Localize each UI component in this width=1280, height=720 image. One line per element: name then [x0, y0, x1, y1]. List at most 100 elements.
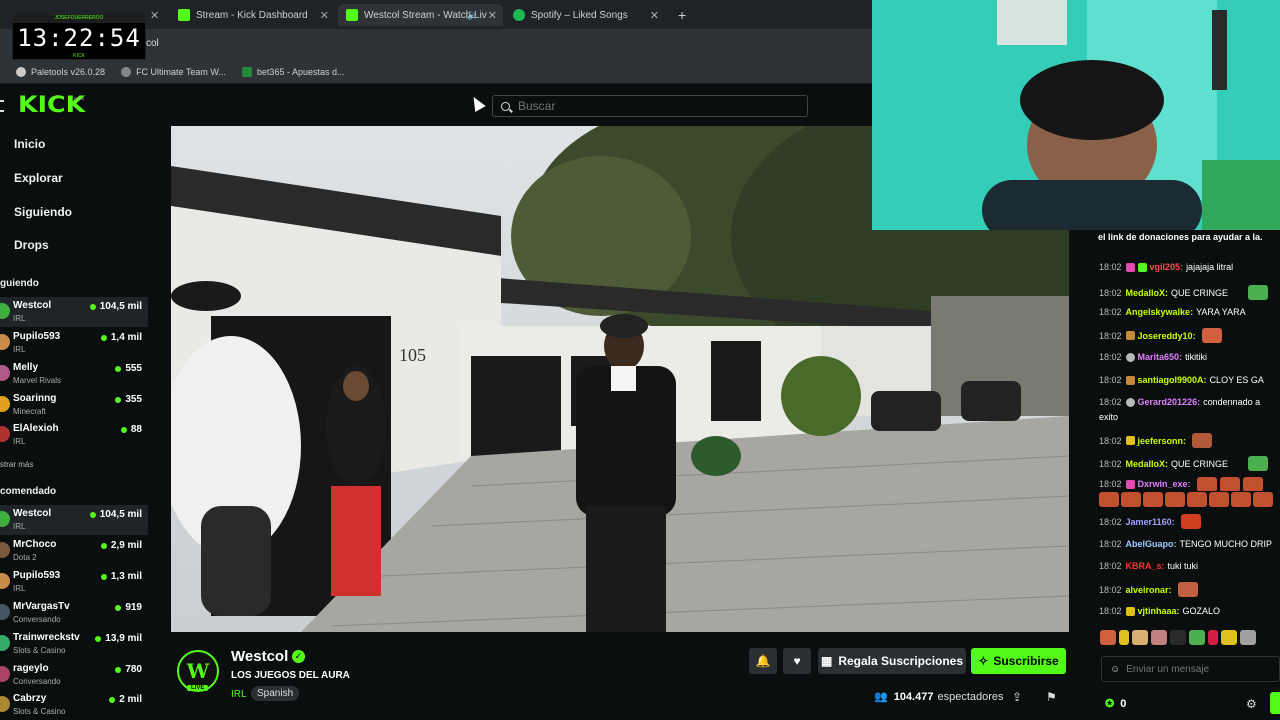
emoji-picker-icon[interactable]: ☺: [1110, 664, 1120, 675]
emote-icon[interactable]: [1151, 630, 1167, 645]
emote-icon: [1248, 456, 1269, 471]
bookmark-fc-ultimate[interactable]: FC Ultimate Team W...: [121, 66, 226, 77]
nav-explorar[interactable]: Explorar: [0, 171, 63, 185]
emote-icon[interactable]: [1240, 630, 1256, 645]
new-tab-button[interactable]: +: [670, 4, 694, 26]
share-icon[interactable]: ⇪: [1012, 690, 1022, 704]
chat-message: 18:02 santiagol9900A: CLOY ES GA: [1099, 375, 1264, 385]
avatar: [0, 303, 10, 319]
report-flag-icon[interactable]: ⚑: [1046, 690, 1057, 704]
emote-icon: [1121, 492, 1141, 507]
sidebar-channel-rageylo[interactable]: rageylo Conversando 780: [0, 660, 148, 690]
live-dot-icon: [100, 573, 107, 580]
close-tab-icon[interactable]: ✕: [488, 9, 497, 22]
sidebar-channel-mrvargastv[interactable]: MrVargasTv Conversando 919: [0, 598, 148, 628]
verified-icon: ✓: [292, 650, 305, 663]
home-icon: [0, 139, 10, 149]
chat-send-button[interactable]: [1270, 692, 1280, 714]
url-text[interactable]: col: [146, 38, 159, 49]
emote-icon[interactable]: [1170, 630, 1186, 645]
menu-icon[interactable]: [0, 100, 4, 112]
sidebar-channel-mrchoco[interactable]: MrChoco Dota 2 2,9 mil: [0, 536, 148, 566]
emote-icon[interactable]: [1100, 630, 1116, 645]
emote-icon: [1242, 477, 1263, 491]
tab-spotify[interactable]: Spotify – Liked Songs ✕: [505, 4, 665, 26]
points-icon: ✪: [1105, 698, 1115, 710]
drop-icon: [0, 240, 10, 250]
stream-category[interactable]: IRL: [231, 689, 247, 700]
house-number: 105: [399, 345, 426, 365]
live-dot-icon: [100, 334, 107, 341]
chat-message: 18:02 vjtinhaaa: GOZALO: [1099, 606, 1221, 616]
sidebar-channel-trainwreckstv[interactable]: Trainwreckstv Slots & Casino 13,9 mil: [0, 629, 148, 659]
globe-icon: [121, 66, 132, 77]
nav-drops[interactable]: Drops: [0, 238, 49, 252]
sidebar-channel-westcol-rec[interactable]: Westcol IRL 104,5 mil: [0, 505, 148, 535]
spotify-favicon-icon: [513, 9, 525, 21]
show-more-link[interactable]: strar más: [0, 460, 33, 469]
avatar: [0, 666, 10, 682]
users-icon: 👥: [874, 691, 888, 703]
badge-icon: [1125, 352, 1135, 362]
live-dot-icon: [115, 396, 122, 403]
nav-inicio[interactable]: Inicio: [0, 137, 45, 151]
live-dot-icon: [89, 303, 96, 310]
chat-message: 18:02 alveironar:: [1099, 581, 1280, 598]
close-tab-icon[interactable]: ✕: [650, 9, 659, 22]
gift-badge-icon: [1137, 262, 1147, 272]
sidebar-channel-pupilo593[interactable]: Pupilo593 IRL 1,4 mil: [0, 328, 148, 358]
webcam-overlay: [872, 0, 1280, 230]
subscriber-badge-icon: [1125, 262, 1135, 272]
close-tab-icon[interactable]: ✕: [320, 9, 329, 22]
search-bar[interactable]: [492, 95, 808, 117]
subscriber-badge-icon: [1125, 479, 1135, 489]
emote-icon[interactable]: [1189, 630, 1205, 645]
bookmark-bet365[interactable]: bet365 - Apuestas d...: [241, 66, 344, 77]
bookmark-paletools[interactable]: Paletools v26.0.28: [16, 66, 105, 77]
close-tab-icon[interactable]: ✕: [150, 4, 168, 26]
chat-message: 18:02 MedalloX: QUE CRINGE: [1099, 456, 1280, 471]
viewer-count: 👥 104.477 espectadores: [874, 690, 1004, 704]
following-section-title: guiendo: [0, 278, 39, 289]
stream-language-tag[interactable]: Spanish: [251, 686, 300, 701]
sidebar-channel-westcol[interactable]: Westcol IRL 104,5 mil: [0, 297, 148, 327]
follow-heart-button[interactable]: ♥: [783, 648, 811, 674]
avatar: [0, 426, 10, 442]
globe-icon: [16, 66, 26, 77]
nav-siguiendo[interactable]: Siguiendo: [0, 205, 72, 219]
sidebar-channel-melly[interactable]: Melly Marvel Rivals 555: [0, 359, 148, 389]
sidebar-channel-cabrzy[interactable]: Cabrzy Slots & Casino 2 mil: [0, 690, 148, 720]
channel-points[interactable]: ✪ 0: [1105, 697, 1126, 711]
chat-message-input[interactable]: [1126, 663, 1277, 675]
bookmarks-bar: Paletools v26.0.28 FC Ultimate Team W...…: [0, 60, 872, 84]
streamer-name[interactable]: Westcol: [231, 648, 288, 665]
sidebar-channel-soarinng[interactable]: Soarinng Minecraft 355: [0, 390, 148, 420]
tab-westcol-stream[interactable]: Westcol Stream - Watch Liv 🔈 ✕: [338, 4, 503, 26]
speaker-icon[interactable]: 🔈: [467, 10, 479, 21]
emote-icon: [1248, 285, 1269, 300]
bet365-icon: [241, 66, 252, 77]
sidebar-channel-pupilo593-rec[interactable]: Pupilo593 IRL 1,3 mil: [0, 567, 148, 597]
chat-input-box[interactable]: ☺: [1101, 656, 1280, 682]
chat-message: 18:02 Dxrwin_exe:: [1099, 477, 1280, 491]
notification-bell-button[interactable]: 🔔: [749, 648, 777, 674]
emote-icon[interactable]: [1132, 630, 1148, 645]
emote-icon: [1219, 477, 1240, 491]
sidebar-channel-elalexioh[interactable]: ElAlexioh IRL 88: [0, 420, 148, 450]
subscribe-button[interactable]: ✧ Suscribirse: [971, 648, 1066, 674]
chat-message: 18:02 Gerard201226: condennado a: [1099, 397, 1261, 407]
emote-icon: [1201, 328, 1222, 343]
search-input[interactable]: [518, 99, 798, 113]
compass-icon: [0, 173, 10, 183]
avatar: [0, 511, 10, 527]
gift-subs-button[interactable]: ▦ Regala Suscripciones: [818, 648, 966, 674]
emote-icon[interactable]: [1221, 630, 1237, 645]
avatar: [0, 365, 10, 381]
tab-kick-dashboard[interactable]: Stream - Kick Dashboard ✕: [170, 4, 335, 26]
clock-time: 13:22:54: [17, 24, 141, 52]
emote-icon[interactable]: [1119, 630, 1129, 645]
live-dot-icon: [115, 604, 122, 611]
emote-icon[interactable]: [1208, 630, 1218, 645]
chat-settings-gear-icon[interactable]: ⚙: [1246, 697, 1257, 711]
badge-icon: [1125, 375, 1135, 385]
